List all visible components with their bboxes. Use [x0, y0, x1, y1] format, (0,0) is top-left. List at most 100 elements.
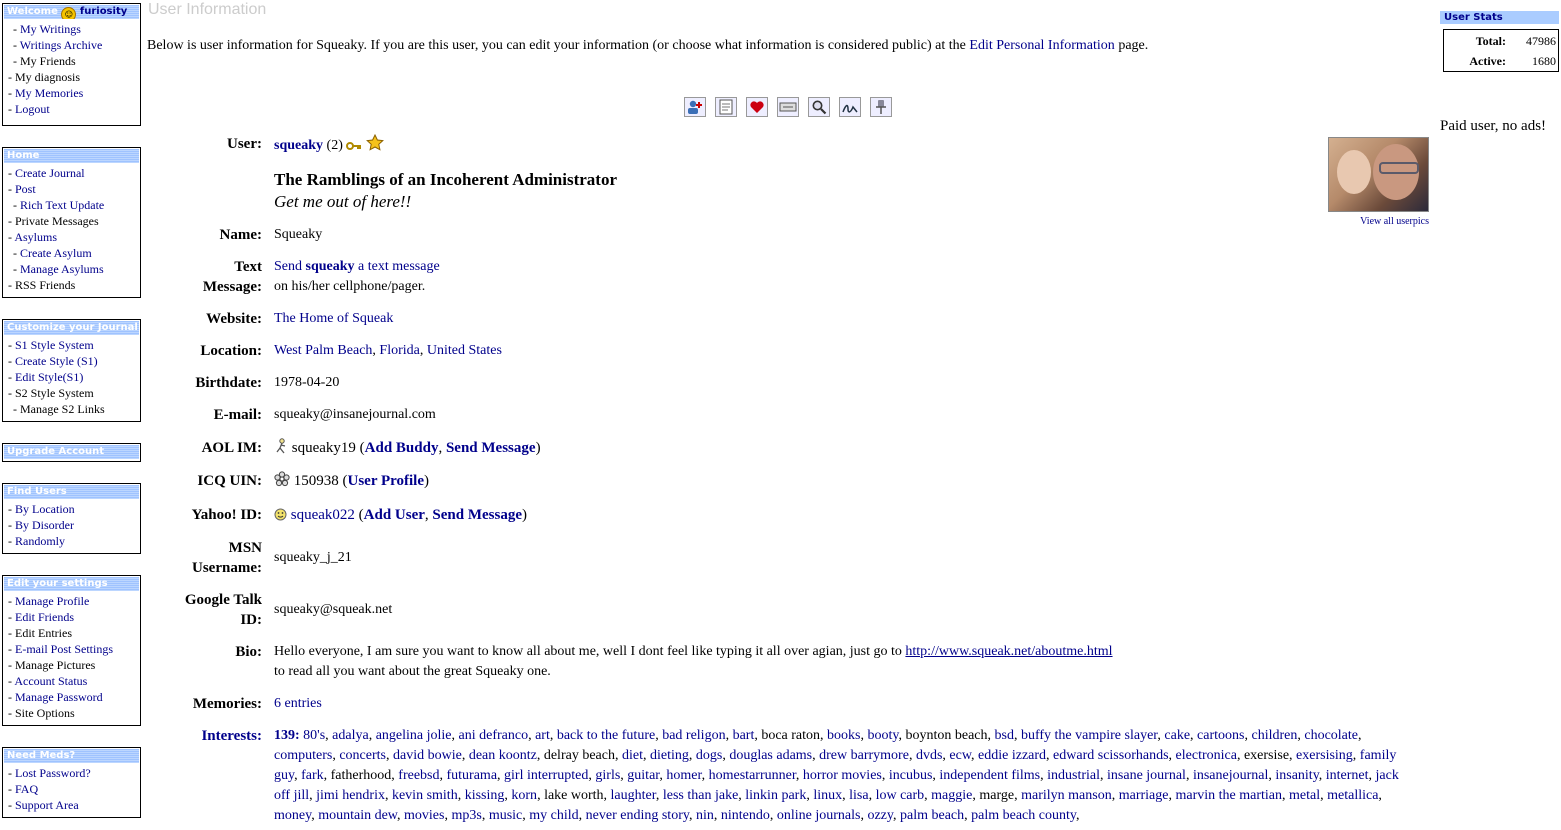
interest-item[interactable]: marvin the martian: [1175, 788, 1282, 803]
search-icon[interactable]: [808, 97, 830, 117]
interest-item[interactable]: marriage: [1119, 788, 1169, 803]
heart-icon[interactable]: [746, 97, 768, 117]
interest-item[interactable]: diet: [622, 748, 643, 763]
sidebar-item-edit-friends[interactable]: Edit Friends: [15, 610, 74, 624]
view-all-userpics-link[interactable]: View all userpics: [1330, 216, 1429, 227]
sidebar-item-manage-s2-links[interactable]: Manage S2 Links: [20, 402, 105, 416]
userpic[interactable]: [1328, 137, 1429, 212]
sidebar-item-faq[interactable]: FAQ: [15, 782, 38, 796]
sidebar-item-create-style[interactable]: Create Style (S1): [15, 354, 98, 368]
interest-item[interactable]: less than jake: [663, 788, 738, 803]
interest-item[interactable]: homestarrunner: [709, 768, 796, 783]
sidebar-item-asylums[interactable]: Asylums: [14, 230, 57, 244]
interest-item[interactable]: insanejournal: [1193, 768, 1268, 783]
sidebar-item-rss-friends[interactable]: RSS Friends: [15, 278, 75, 292]
interest-item[interactable]: freebsd: [398, 768, 439, 783]
interest-item[interactable]: movies: [404, 808, 444, 823]
send-text-message-link[interactable]: Send squeaky a text message: [274, 259, 440, 274]
interest-item[interactable]: kissing: [465, 788, 505, 803]
interest-item[interactable]: dogs: [696, 748, 722, 763]
interest-item[interactable]: fark: [301, 768, 324, 783]
interest-item[interactable]: horror movies: [803, 768, 882, 783]
sidebar-item-my-diagnosis[interactable]: My diagnosis: [15, 70, 80, 84]
signature-icon[interactable]: [839, 97, 861, 117]
aim-add-buddy-link[interactable]: Add Buddy: [365, 440, 439, 456]
interest-item[interactable]: david bowie: [393, 748, 462, 763]
memories-link[interactable]: 6 entries: [274, 696, 322, 711]
interest-item[interactable]: dean koontz: [469, 748, 537, 763]
sidebar-item-account-status[interactable]: Account Status: [14, 674, 87, 688]
sidebar-item-by-location[interactable]: By Location: [15, 502, 75, 516]
interest-item[interactable]: ozzy: [867, 808, 893, 823]
website-link[interactable]: The Home of Squeak: [274, 311, 393, 326]
location-state-link[interactable]: Florida: [379, 343, 419, 358]
interest-item[interactable]: never ending story: [586, 808, 689, 823]
sidebar-item-manage-profile[interactable]: Manage Profile: [15, 594, 89, 608]
interest-item[interactable]: electronica: [1176, 748, 1237, 763]
sidebar-item-manage-password[interactable]: Manage Password: [15, 690, 103, 704]
pushpin-icon[interactable]: [870, 97, 892, 117]
edit-personal-info-link[interactable]: Edit Personal Information: [969, 38, 1114, 53]
interest-item[interactable]: drew barrymore: [819, 748, 909, 763]
interest-item[interactable]: industrial: [1047, 768, 1100, 783]
sidebar-item-edit-style[interactable]: Edit Style(S1): [15, 370, 83, 384]
interest-item[interactable]: cartoons: [1197, 728, 1244, 743]
interest-item[interactable]: back to the future: [557, 728, 655, 743]
interest-item[interactable]: mountain dew: [318, 808, 397, 823]
interest-item[interactable]: bad religon: [662, 728, 725, 743]
sidebar-item-my-friends[interactable]: My Friends: [20, 54, 76, 68]
interest-item[interactable]: guitar: [627, 768, 659, 783]
need-meds-header[interactable]: Need Meds?: [4, 749, 139, 763]
interest-item[interactable]: futurama: [447, 768, 498, 783]
sidebar-item-logout[interactable]: Logout: [15, 102, 50, 116]
interest-item[interactable]: chocolate: [1304, 728, 1358, 743]
interest-item[interactable]: low carb: [876, 788, 925, 803]
interest-item[interactable]: computers: [274, 748, 332, 763]
sidebar-item-writings-archive[interactable]: Writings Archive: [20, 38, 103, 52]
interest-item[interactable]: douglas adams: [729, 748, 812, 763]
memories-icon[interactable]: [715, 97, 737, 117]
sidebar-item-post[interactable]: Post: [15, 182, 36, 196]
bio-link[interactable]: http://www.squeak.net/aboutme.html: [905, 644, 1112, 659]
settings-header[interactable]: Edit your settings: [4, 577, 139, 591]
interest-item[interactable]: edward scissorhands: [1053, 748, 1168, 763]
upgrade-account-link[interactable]: Upgrade Account: [4, 445, 139, 459]
interest-item[interactable]: independent films: [939, 768, 1040, 783]
sidebar-item-site-options[interactable]: Site Options: [15, 706, 75, 720]
yahoo-send-message-link[interactable]: Send Message: [432, 507, 522, 523]
interest-item[interactable]: children: [1251, 728, 1297, 743]
sidebar-item-manage-asylums[interactable]: Manage Asylums: [20, 262, 104, 276]
interest-item[interactable]: girls: [595, 768, 620, 783]
sidebar-item-my-memories[interactable]: My Memories: [15, 86, 83, 100]
interest-item[interactable]: palm beach: [900, 808, 964, 823]
yahoo-add-user-link[interactable]: Add User: [364, 507, 425, 523]
username-link[interactable]: squeaky: [274, 138, 323, 153]
add-friend-icon[interactable]: [684, 97, 706, 117]
interest-item[interactable]: insane journal: [1107, 768, 1186, 783]
interest-item[interactable]: my child: [529, 808, 578, 823]
sidebar-item-my-writings[interactable]: My Writings: [20, 22, 81, 36]
yahoo-id-link[interactable]: squeak022: [291, 507, 355, 523]
interest-item[interactable]: money: [274, 808, 311, 823]
interest-item[interactable]: adalya: [332, 728, 369, 743]
interest-item[interactable]: metallica: [1327, 788, 1378, 803]
sidebar-item-create-journal[interactable]: Create Journal: [15, 166, 85, 180]
home-header[interactable]: Home: [4, 149, 139, 163]
interest-item[interactable]: cake: [1164, 728, 1190, 743]
interest-item[interactable]: palm beach county: [971, 808, 1076, 823]
interest-item[interactable]: dieting: [650, 748, 689, 763]
interest-item[interactable]: exersising: [1296, 748, 1353, 763]
interest-item[interactable]: dvds: [916, 748, 942, 763]
interest-item[interactable]: linux: [813, 788, 842, 803]
interest-item[interactable]: nin: [696, 808, 714, 823]
interest-item[interactable]: nintendo: [721, 808, 770, 823]
interest-item[interactable]: laughter: [611, 788, 656, 803]
tag-icon[interactable]: [777, 97, 799, 117]
interest-item[interactable]: bart: [733, 728, 755, 743]
sidebar-item-create-asylum[interactable]: Create Asylum: [20, 246, 92, 260]
customize-header[interactable]: Customize your Journal: [4, 321, 139, 335]
interest-item[interactable]: insanity: [1275, 768, 1318, 783]
interest-item[interactable]: angelina jolie: [376, 728, 452, 743]
interest-item[interactable]: art: [535, 728, 550, 743]
interest-item[interactable]: ecw: [949, 748, 971, 763]
